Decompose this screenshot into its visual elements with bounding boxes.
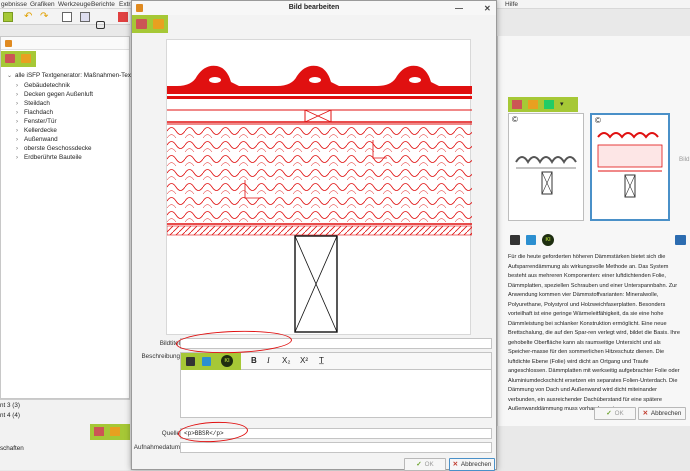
panel-ok-button[interactable]: ✓ OK xyxy=(594,407,636,420)
menu-grafiken[interactable]: Grafiken xyxy=(30,0,55,9)
person-icon[interactable] xyxy=(526,235,536,245)
import-icon[interactable] xyxy=(512,100,522,109)
chevron-right-icon: › xyxy=(16,155,18,161)
window-icon[interactable] xyxy=(80,12,90,22)
app-logo-icon xyxy=(136,4,143,12)
edit-image-dialog: Bild bearbeiten — ✕ Bildtitel Beschreibu… xyxy=(131,0,497,471)
ki-assistant-icon[interactable]: KI xyxy=(542,234,554,246)
redo-icon[interactable]: ↷ xyxy=(40,12,50,22)
save-icon[interactable] xyxy=(3,12,13,22)
dialog-ok-button[interactable]: ✓ OK xyxy=(404,458,446,471)
export-icon[interactable] xyxy=(528,100,538,109)
image-thumbnail-1[interactable]: © xyxy=(508,113,584,221)
panel-title-bar xyxy=(1,37,129,50)
measure-description-text: Für die heute geforderten höheren Dämmst… xyxy=(508,254,680,412)
document-icon[interactable] xyxy=(62,12,72,22)
tree-item-oberste-geschossdecke[interactable]: › oberste Geschossdecke xyxy=(16,144,92,153)
menu-werkzeuge[interactable]: Werkzeuge xyxy=(58,0,91,9)
tree-item-erdberuehrte-bauteile[interactable]: › Erdberührte Bauteile xyxy=(16,153,82,162)
rich-text-toolbar: KI B I X₂ X² T̲ xyxy=(180,352,492,370)
menu-berichte[interactable]: Berichte xyxy=(91,0,115,9)
text-generator-panel: ⌄ alle iSFP Textgenerator: Maßnahmen-Text… xyxy=(0,36,136,399)
text-toolbar: KI xyxy=(508,232,690,249)
checkmark-icon: ✓ xyxy=(606,410,612,417)
bottom-left-panel: nt 3 (3) nt 4 (4) schaften xyxy=(0,399,130,470)
bottom-toolbar xyxy=(90,424,130,440)
thumbnail-drawing-2 xyxy=(597,132,663,198)
save-icon[interactable] xyxy=(510,235,520,245)
database-icon[interactable] xyxy=(96,21,105,29)
description-editor[interactable] xyxy=(180,370,492,418)
highlight-source-annotation xyxy=(177,420,249,444)
dialog-title: Bild bearbeiten xyxy=(288,4,340,11)
export-icon[interactable] xyxy=(21,54,31,63)
report-icon[interactable] xyxy=(118,12,128,22)
save-icon[interactable] xyxy=(186,357,195,366)
properties-label: schaften xyxy=(0,445,24,452)
person-icon[interactable] xyxy=(202,357,211,366)
edit-icon[interactable] xyxy=(675,235,686,245)
cancel-x-icon: ✕ xyxy=(452,461,458,468)
date-input[interactable] xyxy=(180,442,492,453)
close-icon[interactable]: ✕ xyxy=(484,2,491,16)
menu-ergebnisse[interactable]: gebnisse xyxy=(1,0,27,9)
chevron-down-icon: ⌄ xyxy=(7,73,13,79)
superscript-button[interactable]: X² xyxy=(300,356,308,365)
undo-icon[interactable]: ↶ xyxy=(24,12,34,22)
app-logo-icon xyxy=(5,40,12,47)
tree-item-fenster[interactable]: › Fenster/Tür xyxy=(16,117,57,126)
date-label: Aufnahmedatum xyxy=(133,444,180,451)
panel-toolbar xyxy=(1,51,36,67)
italic-button[interactable]: I xyxy=(267,356,270,365)
panel-cancel-button[interactable]: ✕ Abbrechen xyxy=(638,407,686,420)
image-thumbnail-2-selected[interactable]: © xyxy=(590,113,670,221)
tree-item-kellerdecke[interactable]: › Kellerdecke xyxy=(16,126,57,135)
ki-assistant-icon[interactable]: KI xyxy=(221,355,233,367)
dialog-cancel-button[interactable]: ✕ Abbrechen xyxy=(449,458,495,471)
description-label: Beschreibung xyxy=(141,353,180,360)
gallery-toolbar: ▾ xyxy=(508,97,578,112)
import-image-icon[interactable] xyxy=(136,19,147,29)
clear-format-button[interactable]: T̲ xyxy=(319,356,324,365)
dialog-title-bar: Bild bearbeiten — ✕ xyxy=(132,1,496,15)
cancel-x-icon: ✕ xyxy=(642,410,648,417)
export-image-icon[interactable] xyxy=(153,19,164,29)
source-label: Quelle xyxy=(161,430,180,437)
thumbnail-drawing-1 xyxy=(515,156,577,195)
bild-hint: Bild xyxy=(679,156,690,163)
element-row-4[interactable]: nt 4 (4) xyxy=(0,412,20,419)
import-icon[interactable] xyxy=(5,54,15,63)
tree-item-steildach[interactable]: › Steildach xyxy=(16,99,50,108)
caption-label: Bildtitel xyxy=(159,340,180,347)
image-gallery-panel: ▾ © © Bild KI Für die heute geforderten … xyxy=(497,36,690,426)
rte-green-toolbar: KI xyxy=(181,353,241,370)
main-toolbar: ↶ ↷ xyxy=(0,9,130,29)
add-image-icon[interactable] xyxy=(544,100,554,109)
export-icon[interactable] xyxy=(110,427,120,436)
import-icon[interactable] xyxy=(94,427,104,436)
tree-root[interactable]: ⌄ alle iSFP Textgenerator: Maßnahmen-Text… xyxy=(7,71,136,80)
bold-button[interactable]: B xyxy=(251,356,257,365)
image-preview xyxy=(166,39,473,335)
dropdown-icon[interactable]: ▾ xyxy=(560,100,564,108)
menu-hilfe[interactable]: Hilfe xyxy=(505,0,518,9)
minimize-icon[interactable]: — xyxy=(455,2,463,16)
checkmark-icon: ✓ xyxy=(416,461,422,468)
roof-construction-drawing xyxy=(166,65,473,333)
element-row-3[interactable]: nt 3 (3) xyxy=(0,402,20,409)
tree-item-flachdach[interactable]: › Flachdach xyxy=(16,108,53,117)
tree-item-gebaeudetechnik[interactable]: › Gebäudetechnik xyxy=(16,81,70,90)
dialog-toolbar xyxy=(132,15,168,33)
subscript-button[interactable]: X₂ xyxy=(282,356,290,365)
tree-item-aussenwand[interactable]: › Außenwand xyxy=(16,135,58,144)
tree-item-decken[interactable]: › Decken gegen Außenluft xyxy=(16,90,93,99)
